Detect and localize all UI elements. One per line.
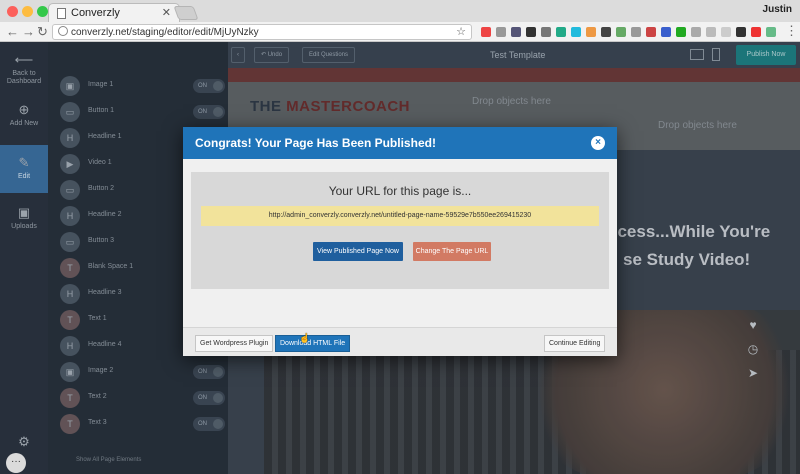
dialog-footer: Get Wordpress Plugin Download HTML File … xyxy=(183,327,617,356)
extension-icon[interactable] xyxy=(511,27,521,37)
browser-toolbar: ← → ↻ converzly.net/staging/editor/edit/… xyxy=(0,22,800,42)
download-html-file-button[interactable]: Download HTML File xyxy=(275,335,351,352)
new-tab-button[interactable] xyxy=(173,6,199,20)
get-wordpress-plugin-button[interactable]: Get Wordpress Plugin xyxy=(195,335,274,352)
extension-icon[interactable] xyxy=(766,27,776,37)
browser-tabbar: Converzly ✕ Justin xyxy=(0,0,800,22)
browser-menu-icon[interactable]: ⋮ xyxy=(785,23,798,39)
tab-title: Converzly xyxy=(71,7,120,19)
extension-icon[interactable] xyxy=(646,27,656,37)
address-url: converzly.net/staging/editor/edit/MjUyNz… xyxy=(71,27,259,38)
minimize-window-icon[interactable] xyxy=(22,6,33,17)
extension-icon[interactable] xyxy=(721,27,731,37)
extension-icon[interactable] xyxy=(541,27,551,37)
extension-icon[interactable] xyxy=(676,27,686,37)
address-bar[interactable]: converzly.net/staging/editor/edit/MjUyNz… xyxy=(52,24,472,40)
extension-icon[interactable] xyxy=(601,27,611,37)
extension-icon[interactable] xyxy=(631,27,641,37)
extension-icon[interactable] xyxy=(556,27,566,37)
published-dialog: Congrats! Your Page Has Been Published! … xyxy=(183,127,617,356)
extension-icon[interactable] xyxy=(586,27,596,37)
dialog-header: Congrats! Your Page Has Been Published! … xyxy=(183,127,617,159)
browser-user-name[interactable]: Justin xyxy=(763,4,792,15)
view-published-page-button[interactable]: View Published Page Now xyxy=(313,242,403,261)
close-icon[interactable]: × xyxy=(591,136,605,150)
maximize-window-icon[interactable] xyxy=(37,6,48,17)
tab-close-icon[interactable]: ✕ xyxy=(162,6,171,19)
page-favicon-icon xyxy=(57,8,66,19)
continue-editing-button[interactable]: Continue Editing xyxy=(544,335,606,352)
extension-icon[interactable] xyxy=(751,27,761,37)
extension-icon[interactable] xyxy=(736,27,746,37)
extension-icon[interactable] xyxy=(691,27,701,37)
extension-icon[interactable] xyxy=(661,27,671,37)
url-heading: Your URL for this page is... xyxy=(328,184,472,198)
app-root: Converzly ✕ Justin ← → ↻ converzly.net/s… xyxy=(0,0,800,474)
published-url[interactable]: http://admin_converzly.converzly.net/unt… xyxy=(201,206,599,226)
forward-arrow-icon[interactable]: → xyxy=(22,24,35,39)
close-window-icon[interactable] xyxy=(7,6,18,17)
hand-cursor-icon: ☝ xyxy=(299,333,311,343)
bookmark-star-icon[interactable]: ☆ xyxy=(456,25,466,38)
dialog-title: Congrats! Your Page Has Been Published! xyxy=(195,136,436,150)
info-icon[interactable] xyxy=(58,26,68,36)
extension-icon[interactable] xyxy=(706,27,716,37)
change-page-url-button[interactable]: Change The Page URL xyxy=(413,242,491,261)
extension-icon[interactable] xyxy=(496,27,506,37)
reload-icon[interactable]: ↻ xyxy=(37,24,48,40)
extension-icon[interactable] xyxy=(571,27,581,37)
back-arrow-icon[interactable]: ← xyxy=(6,24,19,39)
extension-icon[interactable] xyxy=(616,27,626,37)
extension-icon[interactable] xyxy=(481,27,491,37)
extension-icon[interactable] xyxy=(526,27,536,37)
dialog-body: Your URL for this page is... http://admi… xyxy=(191,172,609,289)
browser-tab[interactable]: Converzly ✕ xyxy=(48,3,180,22)
